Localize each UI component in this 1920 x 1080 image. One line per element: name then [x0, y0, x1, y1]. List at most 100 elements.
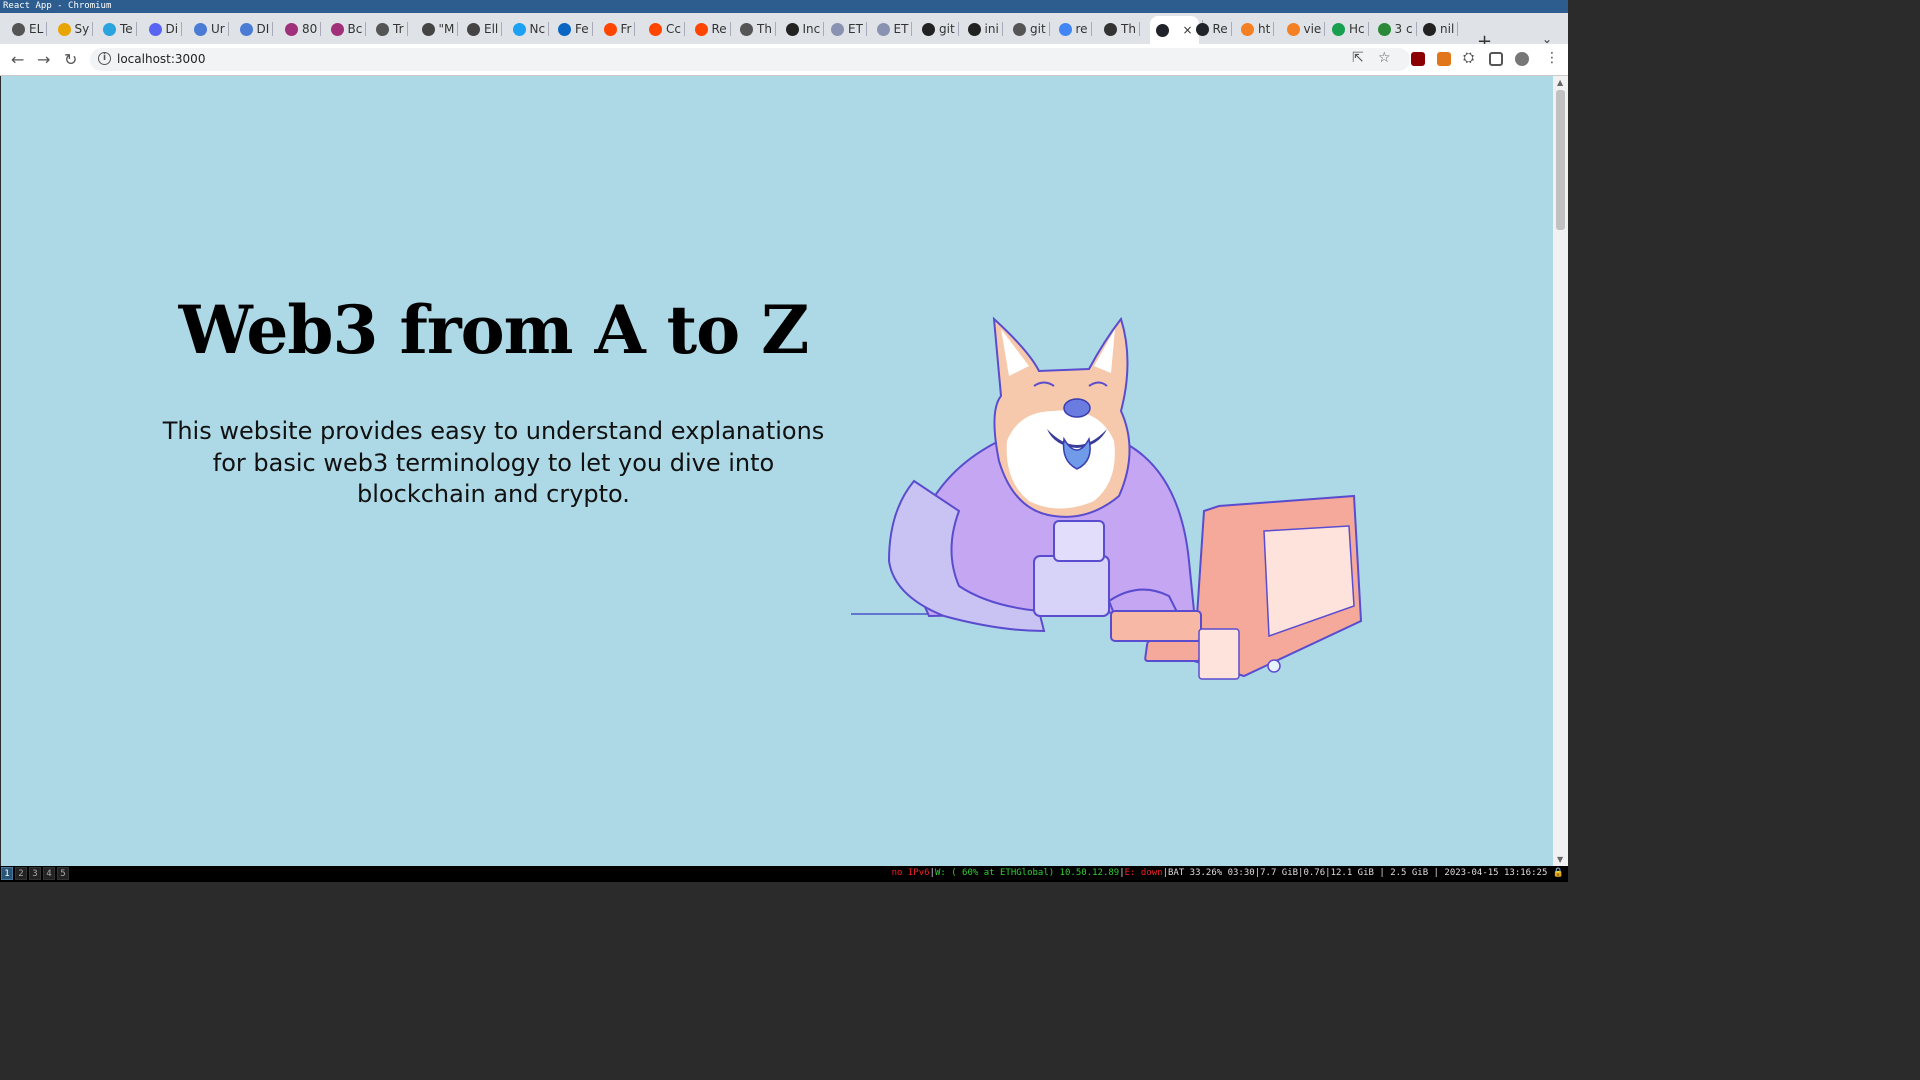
profile-avatar-icon[interactable]	[1515, 52, 1529, 66]
tab-29[interactable]: Hc	[1332, 18, 1369, 40]
scroll-down-arrow-icon[interactable]: ▼	[1557, 855, 1563, 864]
tab-label: ini	[984, 22, 999, 36]
disk-status-2: 2.5 GiB	[1390, 868, 1429, 878]
tab-label: Re	[1212, 22, 1228, 36]
scroll-up-arrow-icon[interactable]: ▲	[1557, 78, 1563, 87]
tab-separator	[1048, 22, 1050, 36]
tab-separator	[634, 22, 636, 36]
tab-separator	[729, 22, 731, 36]
tab-4[interactable]: Ur	[194, 18, 229, 40]
tab-5[interactable]: DI	[239, 18, 274, 40]
tab-25[interactable]: ×	[1149, 16, 1203, 44]
tab-3[interactable]: Di	[148, 18, 183, 40]
share-icon[interactable]: ⇱	[1352, 50, 1364, 66]
datetime-status: 2023-04-15 13:16:25	[1444, 868, 1548, 878]
tab-label: EL	[29, 22, 44, 36]
tab-31[interactable]: nil	[1423, 18, 1459, 40]
ethernet-status: E: down	[1124, 868, 1163, 878]
tab-28[interactable]: vie	[1286, 18, 1326, 40]
eth-icon	[831, 22, 844, 36]
scrollbar-thumb[interactable]	[1556, 90, 1565, 230]
github-icon	[1423, 22, 1436, 36]
tab-strip: + ⌄ EL Sy Te Di Ur DI 80 Bc Tr "M Ell Nc Fe Fr Cc Re Th I…	[0, 13, 1568, 52]
bookmark-star-icon[interactable]: ☆	[1378, 50, 1391, 66]
tab-9[interactable]: "M	[421, 18, 459, 40]
tab-27[interactable]: ht	[1241, 18, 1275, 40]
tab-18[interactable]: ET	[831, 18, 867, 40]
globe-icon	[740, 22, 753, 36]
tab-8[interactable]: Tr	[376, 18, 408, 40]
tab-label: ET	[893, 22, 909, 36]
back-button[interactable]: ←	[11, 50, 24, 69]
telegram-icon	[103, 22, 116, 36]
memory-status: 7.7 GiB	[1260, 868, 1299, 878]
page-description: This website provides easy to understand…	[162, 417, 825, 508]
forward-button[interactable]: →	[37, 50, 50, 69]
browser-toolbar: ← → ↻ i localhost:3000 ⇱ ☆ ⛭ ⋮	[0, 44, 1568, 76]
tab-20[interactable]: git	[922, 18, 959, 40]
tab-label: "M	[438, 22, 455, 36]
tab-label: git	[939, 22, 955, 36]
reddit-icon	[603, 22, 617, 36]
workspace-4[interactable]: 4	[43, 867, 55, 880]
workspace-1[interactable]: 1	[1, 867, 13, 880]
tab-13[interactable]: Fr	[603, 18, 636, 40]
tab-30[interactable]: 3 c	[1377, 18, 1417, 40]
ipv6-status: no IPv6	[891, 868, 930, 878]
tab-separator	[1138, 22, 1140, 36]
tab-label: 3 c	[1394, 22, 1413, 36]
tab-label: Th	[757, 22, 772, 36]
tab-label: nil	[1440, 22, 1455, 36]
lock-icon: 🔒	[1552, 868, 1564, 878]
site-info-icon[interactable]: i	[98, 52, 111, 65]
tab-10[interactable]: Ell	[467, 18, 503, 40]
tab-24[interactable]: Th	[1104, 18, 1140, 40]
wifi-status: W: ( 60% at ETHGlobal) 10.50.12.89	[934, 868, 1120, 878]
tab-17[interactable]: Inc	[785, 18, 825, 40]
tab-2[interactable]: Te	[103, 18, 137, 40]
workspace-5[interactable]: 5	[57, 867, 69, 880]
page-scrollbar[interactable]: ▲ ▼	[1553, 76, 1568, 866]
tab-21[interactable]: ini	[967, 18, 1003, 40]
tab-label: Ur	[211, 22, 225, 36]
tab-23[interactable]: re	[1058, 18, 1092, 40]
twitter-icon	[512, 22, 526, 36]
metamask-extension-icon[interactable]	[1437, 52, 1451, 66]
load-status: 0.76	[1303, 868, 1326, 878]
tab-7[interactable]: Bc	[330, 18, 367, 40]
url-text[interactable]: localhost:3000	[117, 52, 205, 66]
tab-label: DI	[256, 22, 270, 36]
reddit-icon	[649, 22, 662, 36]
tab-14[interactable]: Cc	[649, 18, 685, 40]
side-panel-icon[interactable]	[1489, 52, 1503, 66]
tab-separator	[1367, 22, 1369, 36]
address-bar[interactable]: i localhost:3000	[90, 48, 1410, 71]
linkedin-icon	[558, 22, 571, 36]
tab-0[interactable]: EL	[12, 18, 48, 40]
reload-button[interactable]: ↻	[64, 50, 77, 69]
tab-19[interactable]: ET	[876, 18, 913, 40]
close-tab-icon[interactable]: ×	[1183, 23, 1193, 37]
globe-icon	[376, 22, 389, 36]
tab-12[interactable]: Fe	[558, 18, 593, 40]
react-icon	[1155, 23, 1169, 37]
tab-label: Fr	[620, 22, 632, 36]
tab-1[interactable]: Sy	[57, 18, 94, 40]
workspace-3[interactable]: 3	[29, 867, 41, 880]
tab-22[interactable]: git	[1013, 18, 1050, 40]
tab-label: re	[1075, 22, 1088, 36]
eth-icon	[876, 22, 890, 36]
menu-kebab-icon[interactable]: ⋮	[1545, 50, 1559, 66]
workspace-2[interactable]: 2	[15, 867, 27, 880]
extensions-puzzle-icon[interactable]: ⛭	[1463, 50, 1474, 66]
tab-label: Bc	[347, 22, 363, 36]
tab-16[interactable]: Th	[740, 18, 776, 40]
ublock-extension-icon[interactable]	[1411, 52, 1425, 66]
tab-label: vie	[1303, 22, 1322, 36]
tab-15[interactable]: Re	[694, 18, 731, 40]
tab-11[interactable]: Nc	[512, 18, 550, 40]
tab-26[interactable]: Re	[1195, 18, 1232, 40]
globe-icon	[12, 22, 25, 36]
tab-separator	[1324, 22, 1326, 36]
tab-6[interactable]: 80	[285, 18, 322, 40]
